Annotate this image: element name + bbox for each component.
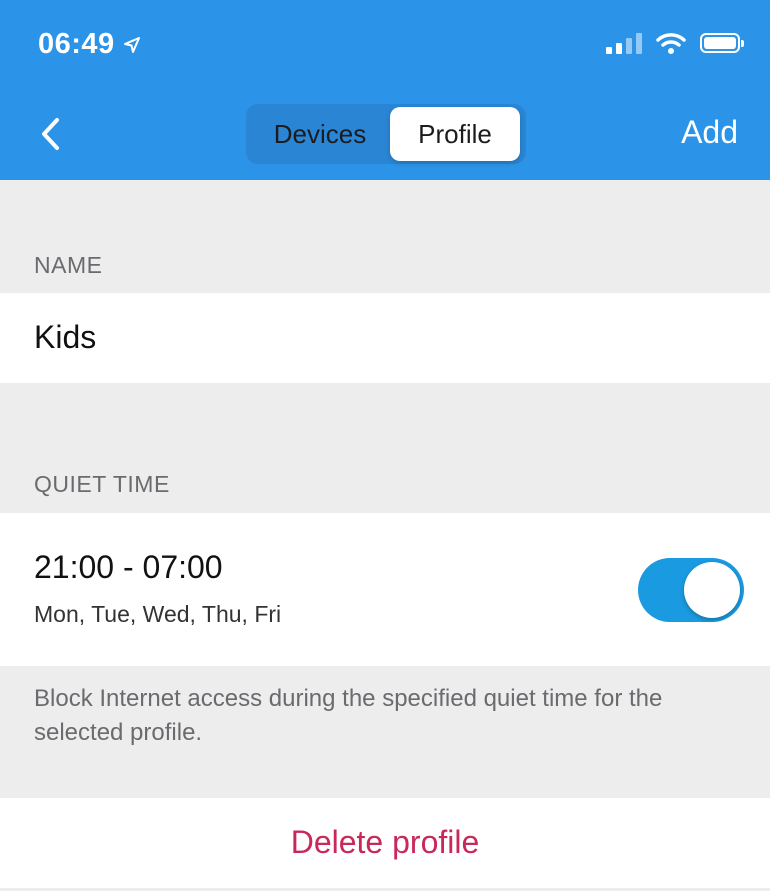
back-button[interactable] bbox=[30, 110, 70, 158]
battery-icon bbox=[700, 33, 744, 53]
add-button[interactable]: Add bbox=[681, 114, 738, 151]
profile-name-value: Kids bbox=[34, 319, 97, 355]
name-row[interactable]: Kids bbox=[0, 293, 770, 383]
delete-row: Delete profile bbox=[0, 798, 770, 888]
quiet-time-toggle[interactable] bbox=[638, 558, 744, 622]
quiet-time-range: 21:00 - 07:00 bbox=[34, 549, 223, 585]
quiet-time-description: Block Internet access during the specifi… bbox=[34, 685, 663, 746]
quiet-time-days: Mon, Tue, Wed, Thu, Fri bbox=[34, 601, 282, 627]
quiet-time-section-label: QUIET TIME bbox=[34, 471, 170, 497]
location-arrow-icon bbox=[123, 36, 140, 53]
wifi-icon bbox=[656, 33, 686, 54]
tab-profile[interactable]: Profile bbox=[390, 107, 520, 161]
tab-devices[interactable]: Devices bbox=[250, 107, 390, 161]
name-section-label: NAME bbox=[34, 252, 103, 278]
delete-profile-button[interactable]: Delete profile bbox=[0, 824, 770, 861]
battery-level bbox=[704, 37, 736, 49]
status-time-text: 06:49 bbox=[38, 28, 115, 60]
toggle-knob bbox=[684, 562, 740, 618]
chevron-left-icon bbox=[42, 118, 59, 150]
screen: 06:49 Devices Profile Add NAME Kids QUIE… bbox=[0, 0, 770, 891]
status-bar-time: 06:49 bbox=[38, 28, 141, 61]
header-bar: 06:49 Devices Profile Add bbox=[0, 0, 770, 180]
cellular-signal-icon bbox=[606, 32, 642, 54]
status-icons bbox=[606, 32, 744, 54]
quiet-time-row[interactable]: 21:00 - 07:00 Mon, Tue, Wed, Thu, Fri bbox=[0, 513, 770, 666]
segmented-control: Devices Profile bbox=[246, 104, 526, 164]
